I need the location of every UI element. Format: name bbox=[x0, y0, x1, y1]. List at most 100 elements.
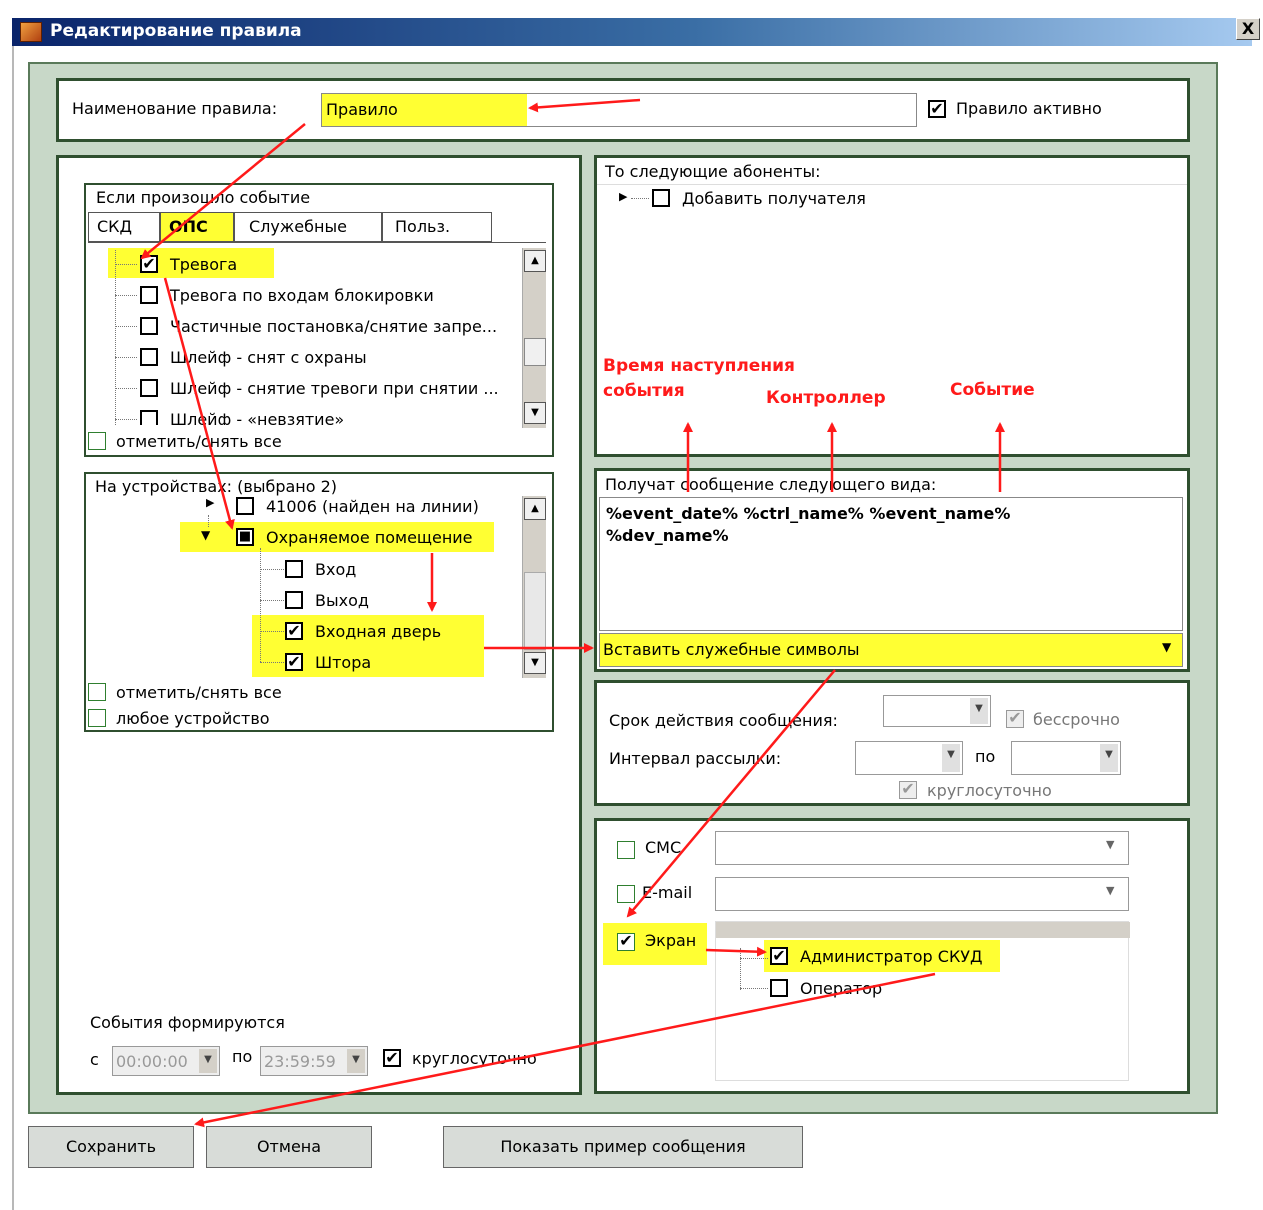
user-label-operator: Оператор bbox=[800, 979, 883, 998]
insert-symbols-select[interactable]: Вставить служебные символы ▼ bbox=[599, 633, 1183, 667]
schedule-from-select[interactable]: 00:00:00 ▼ bbox=[112, 1046, 220, 1076]
insert-symbols-label: Вставить служебные символы bbox=[603, 640, 860, 659]
tree-connector bbox=[631, 198, 649, 199]
message-panel: Получат сообщение следующего вида: %even… bbox=[594, 468, 1190, 672]
email-checkbox[interactable] bbox=[617, 885, 635, 903]
user-checkbox-admin[interactable]: ✔ bbox=[770, 947, 788, 965]
rule-active-label: Правило активно bbox=[956, 99, 1102, 118]
tree-line bbox=[260, 548, 261, 662]
scroll-up-icon[interactable]: ▲ bbox=[524, 498, 546, 520]
scroll-thumb[interactable] bbox=[524, 572, 546, 650]
device-label-5: Штора bbox=[315, 653, 372, 672]
tree-line bbox=[208, 515, 209, 527]
close-button[interactable]: X bbox=[1236, 18, 1260, 40]
interval-allday-checkbox[interactable]: ✔ bbox=[899, 781, 917, 799]
device-label-3: Выход bbox=[315, 591, 369, 610]
device-label-1: Охраняемое помещение bbox=[266, 528, 473, 547]
tree-line bbox=[740, 948, 741, 990]
device-checkbox-0[interactable] bbox=[236, 497, 254, 515]
unlimited-label: бессрочно bbox=[1033, 710, 1120, 729]
add-recipient-checkbox[interactable] bbox=[652, 189, 670, 207]
annotation-event: Событие bbox=[950, 380, 1035, 400]
user-checkbox-operator[interactable] bbox=[770, 979, 788, 997]
email-label: E-mail bbox=[642, 883, 693, 902]
duration-select[interactable]: ▼ bbox=[883, 695, 991, 727]
event-item-5[interactable]: Шлейф - «невзятие» bbox=[0, 0, 520, 425]
message-text-line2: %dev_name% bbox=[606, 526, 729, 545]
email-recipient-select[interactable]: ▼ bbox=[715, 877, 1129, 911]
schedule-allday-label: круглосуточно bbox=[412, 1049, 537, 1068]
sms-recipient-select[interactable]: ▼ bbox=[715, 831, 1129, 865]
any-device-label: любое устройство bbox=[116, 709, 270, 728]
devices-scrollbar[interactable]: ▲ ▼ bbox=[522, 496, 546, 678]
scroll-up-icon[interactable]: ▲ bbox=[524, 250, 546, 272]
preview-message-button[interactable]: Показать пример сообщения bbox=[443, 1126, 803, 1168]
tree-connector bbox=[260, 631, 284, 632]
screen-users-tree: ✔ Администратор СКУД Оператор bbox=[715, 921, 1130, 1081]
expand-icon[interactable]: ▶ bbox=[619, 190, 627, 203]
save-button[interactable]: Сохранить bbox=[28, 1126, 194, 1168]
tree-connector bbox=[115, 419, 137, 420]
tree-connector bbox=[740, 958, 768, 959]
schedule-allday-checkbox[interactable]: ✔ bbox=[383, 1049, 401, 1067]
tree-connector bbox=[260, 662, 284, 663]
scroll-down-icon[interactable]: ▼ bbox=[524, 652, 546, 674]
sms-checkbox[interactable] bbox=[617, 841, 635, 859]
chevron-down-icon: ▼ bbox=[1106, 838, 1115, 851]
interval-from-select[interactable]: ▼ bbox=[855, 741, 963, 775]
tree-header bbox=[716, 922, 1130, 938]
recipients-label: То следующие абоненты: bbox=[605, 162, 821, 181]
device-label-0: 41006 (найден на линии) bbox=[266, 497, 479, 516]
device-checkbox-4[interactable]: ✔ bbox=[285, 622, 303, 640]
device-label-4: Входная дверь bbox=[315, 622, 442, 641]
screen-label: Экран bbox=[645, 931, 697, 950]
rule-active-checkbox[interactable]: ✔ bbox=[928, 100, 946, 118]
interval-allday-label: круглосуточно bbox=[927, 781, 1052, 800]
message-label: Получат сообщение следующего вида: bbox=[605, 475, 937, 494]
interval-to-select[interactable]: ▼ bbox=[1011, 741, 1121, 775]
scroll-down-icon[interactable]: ▼ bbox=[524, 402, 546, 424]
channels-panel: СМС ▼ E-mail ▼ ✔ Экран ✔ Администратор С… bbox=[594, 818, 1190, 1094]
device-checkbox-2[interactable] bbox=[285, 560, 303, 578]
schedule-to-label: по bbox=[232, 1047, 253, 1066]
chevron-down-icon: ▼ bbox=[970, 698, 988, 724]
devices-group-label: На устройствах: (выбрано 2) bbox=[95, 477, 338, 496]
message-text-line1: %event_date% %ctrl_name% %event_name% bbox=[606, 504, 1011, 523]
device-checkbox-3[interactable] bbox=[285, 591, 303, 609]
device-checkbox-5[interactable]: ✔ bbox=[285, 653, 303, 671]
events-toggle-all-checkbox[interactable] bbox=[88, 432, 106, 450]
schedule-label: События формируются bbox=[90, 1013, 285, 1032]
event-label-5: Шлейф - «невзятие» bbox=[170, 410, 345, 425]
interval-label: Интервал рассылки: bbox=[609, 749, 782, 768]
any-device-checkbox[interactable] bbox=[88, 709, 106, 727]
schedule-from-value: 00:00:00 bbox=[116, 1052, 188, 1071]
annotation-controller: Контроллер bbox=[766, 388, 886, 408]
event-checkbox-5[interactable] bbox=[140, 410, 158, 425]
devices-toggle-all-checkbox[interactable] bbox=[88, 683, 106, 701]
scroll-thumb[interactable] bbox=[524, 338, 546, 366]
user-label-admin: Администратор СКУД bbox=[800, 947, 983, 966]
device-label-2: Вход bbox=[315, 560, 357, 579]
device-checkbox-1[interactable]: ■ bbox=[236, 528, 254, 546]
chevron-down-icon: ▼ bbox=[1162, 640, 1172, 654]
unlimited-checkbox[interactable]: ✔ bbox=[1006, 710, 1024, 728]
add-recipient-label[interactable]: Добавить получателя bbox=[682, 189, 866, 208]
message-textarea[interactable]: %event_date% %ctrl_name% %event_name% %d… bbox=[599, 497, 1183, 631]
recipients-panel: То следующие абоненты: ▶ Добавить получа… bbox=[594, 155, 1190, 457]
interval-to-label: по bbox=[975, 747, 996, 766]
events-toggle-all-label: отметить/снять все bbox=[116, 432, 282, 451]
screen-checkbox[interactable]: ✔ bbox=[617, 933, 635, 951]
schedule-to-select[interactable]: 23:59:59 ▼ bbox=[260, 1046, 368, 1076]
validity-panel: Срок действия сообщения: ▼ ✔ бессрочно И… bbox=[594, 680, 1190, 806]
divider bbox=[597, 184, 1187, 185]
sms-label: СМС bbox=[645, 838, 682, 857]
duration-label: Срок действия сообщения: bbox=[609, 711, 838, 730]
collapse-icon[interactable]: ▼ bbox=[201, 528, 210, 542]
tree-connector bbox=[740, 988, 768, 989]
schedule-to-value: 23:59:59 bbox=[264, 1052, 336, 1071]
events-scrollbar[interactable]: ▲ ▼ bbox=[522, 248, 546, 428]
expand-icon[interactable]: ▶ bbox=[206, 496, 214, 509]
chevron-down-icon: ▼ bbox=[942, 744, 960, 772]
chevron-down-icon: ▼ bbox=[347, 1049, 365, 1073]
cancel-button[interactable]: Отмена bbox=[206, 1126, 372, 1168]
